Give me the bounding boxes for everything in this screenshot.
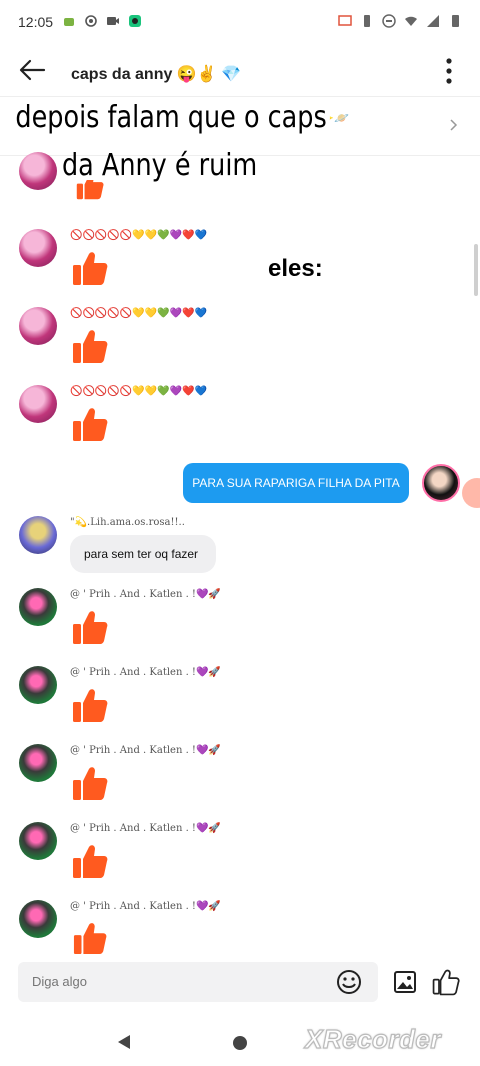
caption-line-2: da Anny é ruim [62,148,258,183]
avatar[interactable] [19,822,57,860]
scrollbar[interactable] [474,244,478,296]
floating-bubble[interactable] [462,478,480,508]
thumbs-up-icon [72,687,108,723]
app-icon [129,15,141,27]
message-input[interactable] [30,973,314,990]
sender-name: @ ' Prih . And . Katlen . !💜🚀 [70,589,221,600]
nav-back-icon[interactable] [116,1034,132,1050]
sender-name: 🚫🚫🚫🚫🚫💛💛💚💜❤️💙 [70,230,207,241]
message-composer[interactable] [18,962,378,1002]
status-left-icons [62,14,142,28]
nav-home-icon[interactable] [233,1036,247,1050]
chevron-right-icon [450,119,458,131]
thumbs-up-icon [72,250,108,286]
avatar[interactable] [19,900,57,938]
sender-name: 🚫🚫🚫🚫🚫💛💛💚💜❤️💙 [70,386,207,397]
received-message-bubble[interactable]: para sem ter oq fazer [70,535,216,573]
avatar[interactable] [19,588,57,626]
sender-name: 🚫🚫🚫🚫🚫💛💛💚💜❤️💙 [70,308,207,319]
sender-name: @ ' Prih . And . Katlen . !💜🚀 [70,901,221,912]
thumbs-up-send-icon[interactable] [432,968,460,996]
my-avatar[interactable] [422,464,460,502]
sent-message-bubble[interactable]: PARA SUA RAPARIGA FILHA DA PITA [183,463,409,503]
vibrate-icon [364,15,370,27]
signal-icon [427,15,439,27]
avatar[interactable] [19,385,57,423]
back-arrow-icon[interactable] [18,58,46,82]
sender-name: "💫.Lih.ama.os.rosa!!.. [70,517,185,528]
sender-name: @ ' Prih . And . Katlen . !💜🚀 [70,667,221,678]
avatar[interactable] [19,744,57,782]
caption-eles: eles: [268,255,323,282]
image-icon[interactable] [393,970,417,994]
thumbs-up-icon [72,406,108,442]
android-icon [64,18,74,26]
status-bar: 12:05 [0,0,480,44]
chat-header: caps da anny 😜✌️ 💎 [0,44,480,96]
thumbs-up-icon [72,843,108,879]
avatar[interactable] [19,152,57,190]
caption-line-1: depois falam que o caps [12,100,331,135]
battery-icon [452,15,459,27]
watermark: XRecorder [304,1023,441,1054]
cast-icon [338,15,352,26]
sender-name: @ ' Prih . And . Katlen . !💜🚀 [70,745,221,756]
video-icon [107,17,119,25]
more-options-icon[interactable] [446,58,452,84]
avatar[interactable] [19,307,57,345]
thumbs-up-icon [72,765,108,801]
thumbs-up-icon [72,609,108,645]
record-icon [85,15,97,27]
status-time: 12:05 [18,14,54,30]
chat-title[interactable]: caps da anny 😜✌️ 💎 [71,64,241,84]
thumbs-up-icon [72,921,108,955]
dnd-icon [382,14,396,28]
wifi-icon [405,16,417,26]
avatar[interactable] [19,516,57,554]
sender-name: @ ' Prih . And . Katlen . !💜🚀 [70,823,221,834]
emoji-icon[interactable] [336,969,362,995]
avatar[interactable] [19,229,57,267]
avatar[interactable] [19,666,57,704]
thumbs-up-icon [72,180,108,208]
status-right-icons [338,14,462,28]
thumbs-up-icon [72,328,108,364]
